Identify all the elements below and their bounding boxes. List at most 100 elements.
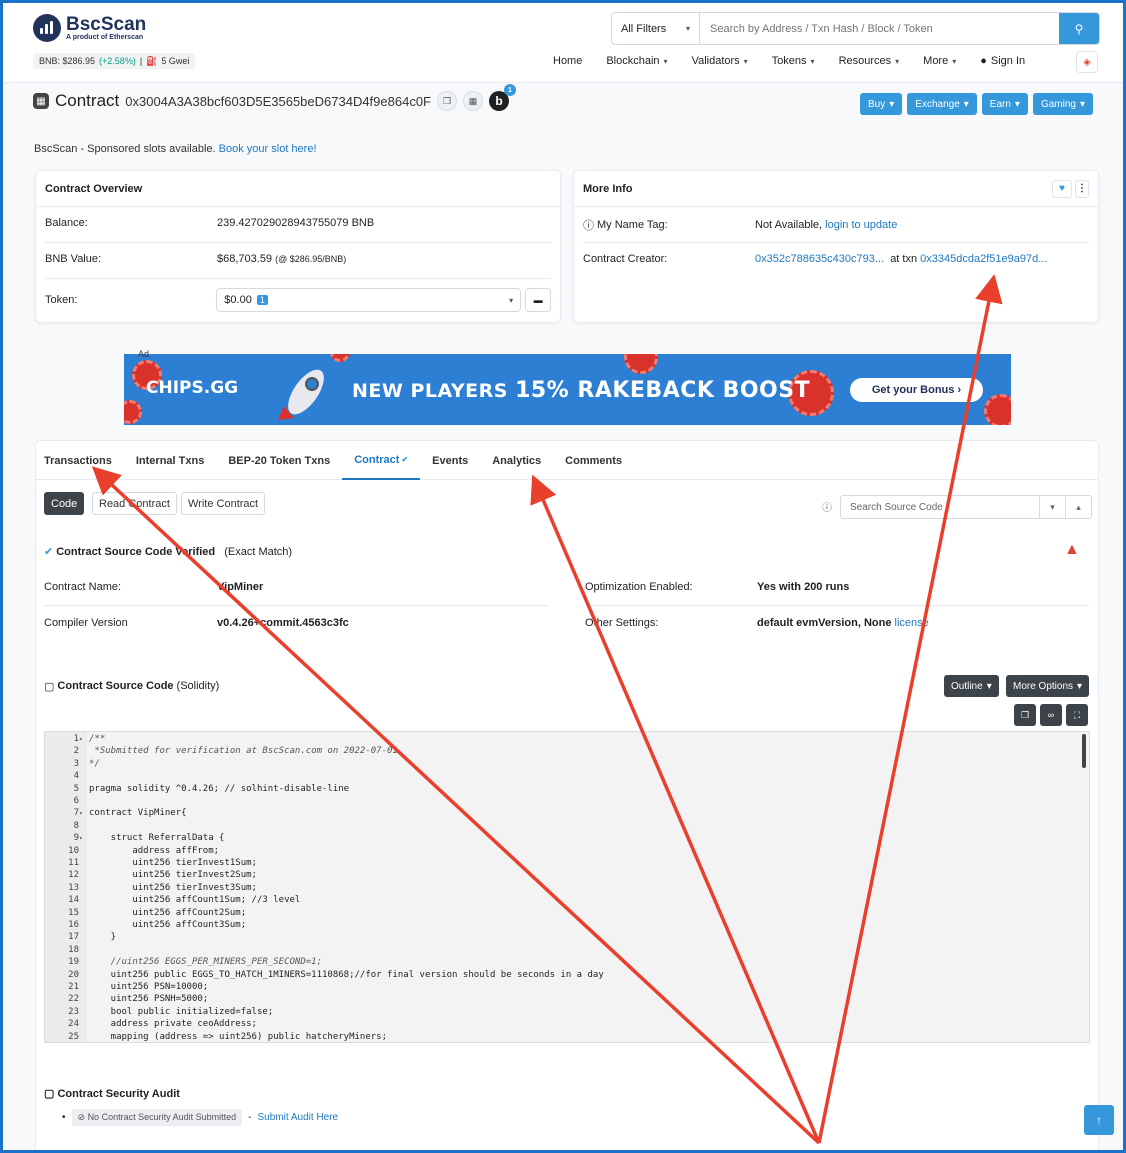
no-audit-text: No Contract Security Audit Submitted [87, 1112, 237, 1122]
site-header: BscScan A product of Etherscan BNB: $286… [3, 3, 1123, 83]
code-line: 6 [45, 795, 89, 807]
sponsored-notice: BscScan - Sponsored slots available. Boo… [34, 143, 317, 155]
copy-icon[interactable]: ❐ [1014, 704, 1036, 726]
ad-tag: Ad [138, 349, 150, 359]
ad-headline-b: 15% RAKEBACK BOOST [515, 378, 811, 403]
line-number: 24 [68, 1019, 79, 1030]
chevron-up-icon[interactable]: ▴ [1065, 496, 1091, 518]
outline-button[interactable]: Outline ▾ [944, 675, 999, 697]
tab-bep20-token-txns[interactable]: BEP-20 Token Txns [216, 441, 342, 480]
more-options-icon[interactable]: ⋮ [1075, 179, 1089, 198]
verified-title: Contract Source Code Verified [56, 545, 216, 558]
fullscreen-icon[interactable]: ⛶ [1066, 704, 1088, 726]
verified-check-icon: ✔ [401, 455, 409, 464]
help-icon[interactable]: ⓘ [822, 499, 832, 514]
qr-code-icon[interactable]: ▦ [463, 91, 483, 111]
warning-icon[interactable]: ▲ [1064, 542, 1082, 558]
ad-banner[interactable]: CHIPS.GG NEW PLAYERS 15% RAKEBACK BOOST … [124, 354, 1011, 425]
contract-header: ▦ Contract 0x3004A3A38bcf603D5E3565beD67… [33, 84, 516, 111]
write-contract-button[interactable]: Write Contract [181, 492, 266, 515]
bnb-price-bar: BNB: $286.95 (+2.58%) | ⛽ 5 Gwei [33, 53, 196, 69]
earn-button[interactable]: Earn ▾ [981, 93, 1028, 115]
gaming-button[interactable]: Gaming ▾ [1032, 93, 1093, 115]
line-number: 25 [68, 1031, 79, 1042]
tab-analytics[interactable]: Analytics [480, 441, 553, 480]
no-audit-badge: ⊘ No Contract Security Audit Submitted [71, 1109, 243, 1126]
tab-internal-txns[interactable]: Internal Txns [124, 441, 216, 480]
chevron-down-icon: ▾ [810, 56, 815, 66]
source-search-input[interactable]: Search Source Code [841, 502, 1039, 513]
back-to-top-button[interactable]: ↑ [1084, 1105, 1114, 1135]
token-count-badge: 1 [256, 295, 268, 305]
nav-resources[interactable]: Resources ▾ [839, 55, 900, 67]
submit-audit-link[interactable]: Submit Audit Here [257, 1112, 338, 1123]
chevron-down-icon: ▾ [895, 56, 900, 66]
code-line: 12 uint256 tierInvest2Sum; [45, 869, 257, 881]
line-number: 2 [73, 746, 79, 757]
bnb-price[interactable]: BNB: $286.95 [39, 56, 95, 66]
chevron-down-icon[interactable]: ▾ [1039, 496, 1065, 518]
nav-tokens[interactable]: Tokens ▾ [772, 55, 815, 67]
nav-validators[interactable]: Validators ▾ [692, 55, 748, 67]
heart-icon[interactable]: ♥ [1052, 179, 1072, 198]
buy-button[interactable]: Buy ▾ [860, 93, 903, 115]
code-text: //uint256 EGGS_PER_MINERS_PER_SECOND=1; [89, 957, 322, 968]
source-heading: ▢ Contract Source Code (Solidity) [44, 680, 219, 693]
code-line: 15 uint256 affCount2Sum; [45, 907, 246, 919]
book-slot-link[interactable]: Book your slot here! [219, 143, 317, 155]
bnb-change: (+2.58%) [99, 56, 136, 66]
editor-scrollbar[interactable] [1082, 734, 1086, 768]
chevron-down-icon: ▾ [889, 98, 895, 110]
code-line: 23 bool public initialized=false; [45, 1006, 273, 1018]
copy-icon[interactable]: ❐ [437, 91, 457, 111]
exchange-button[interactable]: Exchange ▾ [907, 93, 977, 115]
nav-resources-label: Resources [838, 55, 892, 67]
nav-home[interactable]: Home [553, 55, 582, 67]
wallet-icon[interactable]: ▬ [525, 288, 552, 312]
bullet: • [62, 1112, 66, 1123]
code-text: uint256 tierInvest1Sum; [89, 858, 257, 868]
outline-label: Outline [951, 680, 983, 692]
search-input[interactable] [700, 13, 1059, 44]
tab-contract[interactable]: Contract ✔ [342, 441, 421, 480]
blockscan-chat-button[interactable]: b1 [489, 84, 516, 111]
divider [45, 278, 551, 279]
gas-price[interactable]: 5 Gwei [161, 56, 189, 66]
filter-dropdown[interactable]: All Filters ▾ [612, 13, 700, 44]
more-options-button[interactable]: More Options ▾ [1006, 675, 1090, 697]
nav-signin[interactable]: ● Sign In [980, 55, 1025, 67]
code-editor[interactable]: 1▾/** 2 *Submitted for verification at Bs… [44, 731, 1090, 1043]
divider [583, 242, 1089, 243]
tab-contract-label: Contract [354, 453, 400, 466]
source-title: Contract Source Code [57, 680, 174, 692]
code-text: uint256 affCount3Sum; [89, 920, 247, 930]
verified-heading: ✔ Contract Source Code Verified (Exact Ma… [44, 545, 292, 559]
get-bonus-button[interactable]: Get your Bonus › [850, 378, 983, 402]
login-link[interactable]: login to update [825, 219, 897, 231]
link-icon[interactable]: ∞ [1040, 704, 1062, 726]
code-button[interactable]: Code [44, 492, 85, 515]
chevron-down-icon: ▾ [685, 24, 690, 33]
code-text: bool public initialized=false; [89, 1006, 274, 1017]
chip-graphic [984, 394, 1011, 425]
network-icon[interactable]: ◈ [1076, 51, 1098, 73]
nav-blockchain[interactable]: Blockchain ▾ [606, 55, 667, 67]
read-contract-button[interactable]: Read Contract [92, 492, 177, 515]
creator-address-link[interactable]: 0x352c788635c430c793... [755, 253, 884, 265]
chip-graphic [624, 354, 658, 374]
search-button[interactable]: ⚲ [1059, 13, 1099, 44]
tab-transactions[interactable]: Transactions [44, 441, 124, 480]
tab-comments[interactable]: Comments [553, 441, 634, 480]
tab-events[interactable]: Events [420, 441, 480, 480]
creation-txn-link[interactable]: 0x3345dcda2f51e9a97d... [920, 253, 1047, 265]
creator-label: Contract Creator: [583, 253, 668, 265]
nav-more[interactable]: More ▾ [923, 55, 956, 67]
line-number: 17 [68, 932, 79, 943]
bscscan-logo[interactable]: BscScan A product of Etherscan [33, 14, 146, 42]
line-number: 21 [68, 982, 79, 992]
code-line: 1▾/** [45, 733, 106, 745]
token-dropdown[interactable]: $0.00 1 ▾ [216, 288, 522, 312]
at-txn-label: at txn [890, 253, 918, 265]
license-link[interactable]: license [895, 617, 929, 629]
rocket-graphic [278, 369, 324, 420]
